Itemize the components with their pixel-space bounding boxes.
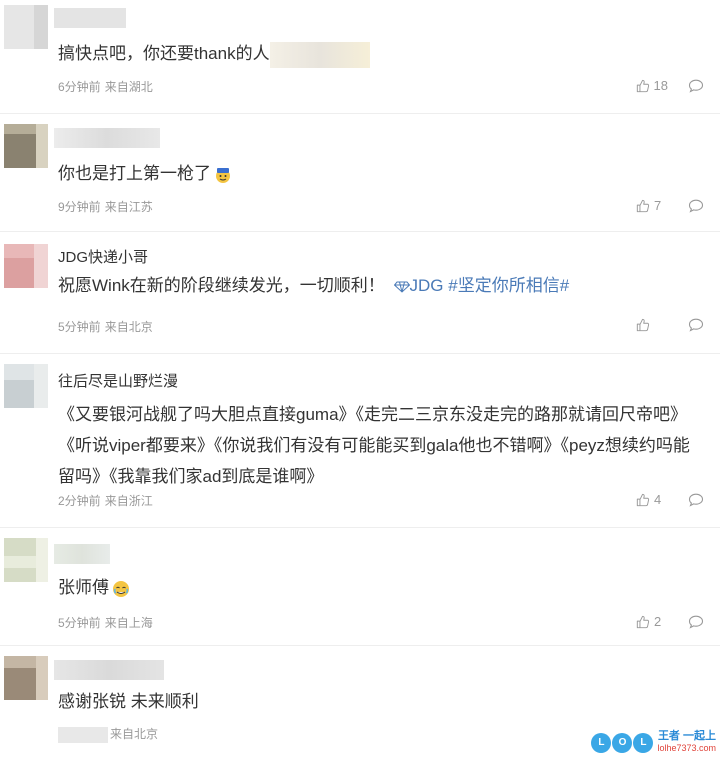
comment-bubble-icon[interactable] [688, 615, 704, 629]
comment-text: 感谢张锐 未来顺利 [58, 692, 199, 711]
comment-location: 来自北京 [104, 320, 153, 334]
site-watermark: L O L 王者 一起上 lolhe7373.com [591, 727, 716, 753]
username[interactable]: 往后尽是山野烂漫 [58, 370, 178, 391]
comment-item: 你也是打上第一枪了 9分钟前 来自江苏 7 [0, 114, 720, 232]
watermark-url: lolhe7373.com [657, 743, 716, 753]
lol-logo: L O L [591, 733, 654, 753]
comment-text: 祝愿Wink在新的阶段继续发光，一切顺利！ JDG #坚定你所相信# [58, 276, 570, 295]
like-count: 2 [654, 614, 662, 629]
avatar[interactable] [4, 244, 48, 288]
avatar[interactable] [4, 364, 48, 408]
thumbs-up-icon [636, 199, 650, 212]
like-count: 4 [654, 492, 662, 507]
comment-time: 5分钟前 [58, 320, 101, 334]
comment-meta: 5分钟前 来自北京 [58, 318, 157, 335]
comment-text: 你也是打上第一枪了 [58, 158, 698, 189]
comment-bubble-icon[interactable] [688, 318, 704, 332]
comment-time: 5分钟前 [58, 616, 101, 630]
thumbs-up-icon [636, 318, 650, 332]
comment-time: 6分钟前 [58, 80, 101, 94]
like-button[interactable]: 7 [636, 198, 668, 213]
comment-item: JDG快递小哥 祝愿Wink在新的阶段继续发光，一切顺利！ JDG #坚定你所相… [0, 232, 720, 354]
emoji-icon [113, 580, 129, 597]
comment-actions: 2 [636, 614, 704, 629]
comment-meta: 9分钟前 来自江苏 [58, 198, 157, 215]
blurred-time [58, 726, 108, 743]
comment-location: 来自江苏 [104, 200, 153, 214]
watermark-title: 王者 一起上 [657, 730, 716, 742]
avatar[interactable] [4, 124, 48, 168]
comment-actions: 4 [636, 492, 704, 507]
like-count: 7 [654, 198, 662, 213]
comment-actions: 18 [636, 78, 704, 93]
username[interactable]: JDG快递小哥 [58, 246, 148, 267]
avatar[interactable] [4, 656, 48, 700]
like-button[interactable]: 2 [636, 614, 668, 629]
emoji-icon [216, 167, 230, 183]
comment-text: 张师傅 [58, 572, 698, 603]
comment-meta: 5分钟前 来自上海 [58, 614, 157, 631]
comment-text: 《又要银河战舰了吗大胆点直接guma》《走完二三京东没走完的路那就请回尺帝吧》《… [58, 405, 690, 486]
comment-time: 2分钟前 [58, 494, 101, 508]
comment-meta: 来自北京 [58, 725, 162, 743]
comment-meta: 2分钟前 来自浙江 [58, 492, 157, 509]
comment-actions [636, 318, 704, 332]
like-button[interactable] [636, 318, 668, 332]
like-button[interactable]: 18 [636, 78, 668, 93]
comment-location: 来自北京 [110, 727, 159, 741]
comment-time: 9分钟前 [58, 200, 101, 214]
comment-item: 张师傅 5分钟前 来自上海 2 [0, 528, 720, 646]
thumbs-up-icon [636, 615, 650, 628]
comment-item: 往后尽是山野烂漫 《又要银河战舰了吗大胆点直接guma》《走完二三京东没走完的路… [0, 354, 720, 528]
comment-location: 来自湖北 [104, 80, 153, 94]
thumbs-up-icon [636, 493, 650, 506]
comment-bubble-icon[interactable] [688, 79, 704, 93]
avatar[interactable] [4, 5, 48, 49]
topic-link[interactable]: JDG #坚定你所相信# [393, 276, 569, 295]
comment-item: 搞快点吧，你还要thank的人 6分钟前 来自湖北 18 [0, 0, 720, 114]
comment-location: 来自浙江 [104, 494, 153, 508]
avatar[interactable] [4, 538, 48, 582]
like-button[interactable]: 4 [636, 492, 668, 507]
diamond-icon [393, 281, 410, 293]
comment-meta: 6分钟前 来自湖北 [58, 78, 157, 95]
like-count: 18 [653, 78, 668, 93]
comment-actions: 7 [636, 198, 704, 213]
comment-bubble-icon[interactable] [688, 493, 704, 507]
comment-bubble-icon[interactable] [688, 199, 704, 213]
thumbs-up-icon [636, 79, 649, 92]
comment-text: 搞快点吧，你还要thank的人 [58, 38, 698, 69]
comment-location: 来自上海 [104, 616, 153, 630]
